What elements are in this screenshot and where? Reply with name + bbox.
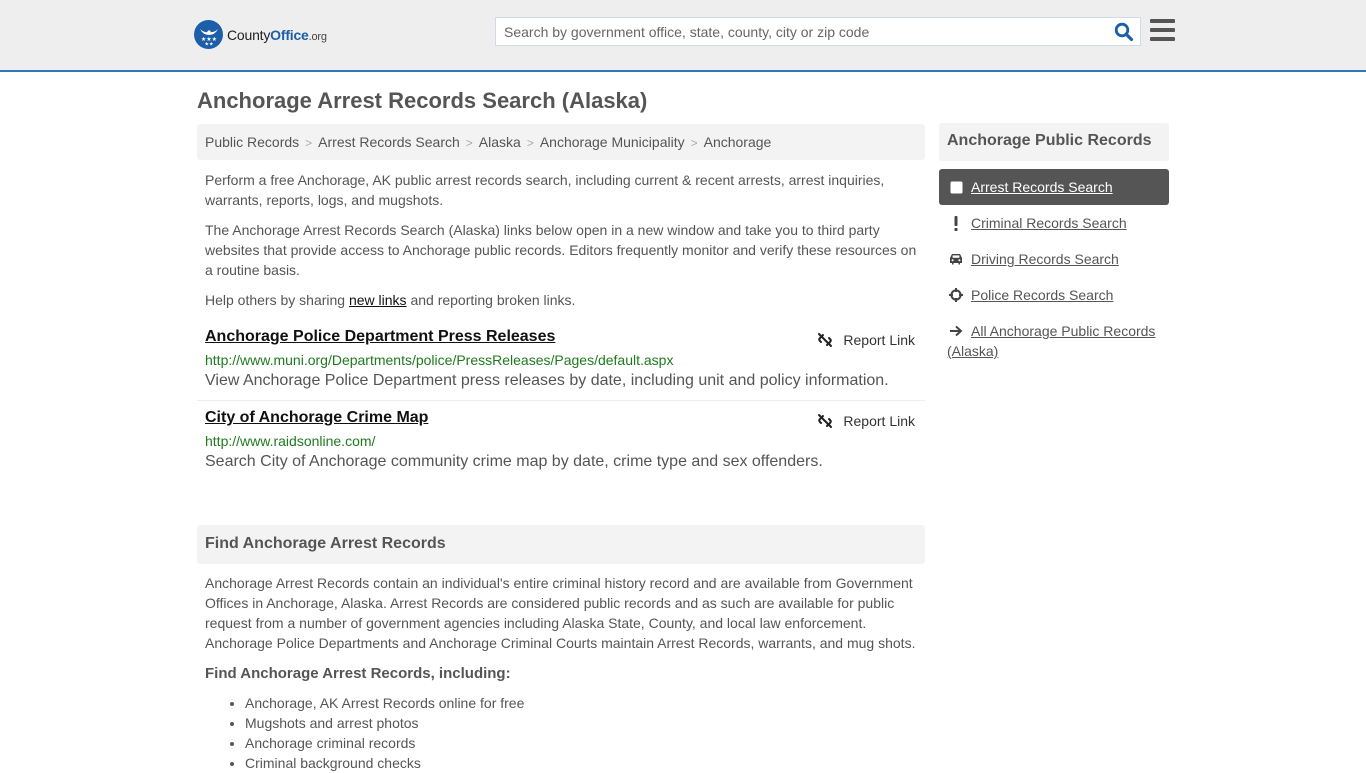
intro-paragraph: The Anchorage Arrest Records Search (Ala… (205, 222, 917, 278)
result-url[interactable]: http://www.raidsonline.com/ (205, 433, 917, 449)
breadcrumb: Public Records > Arrest Records Search > Ala… (197, 124, 925, 160)
find-section-paragraph: Anchorage Arrest Records contain an indi… (205, 575, 916, 651)
square-icon (949, 180, 963, 194)
sidebar-item-driving-records[interactable]: Driving Records Search (939, 241, 1169, 277)
sidebar-item-label: Police Records Search (971, 287, 1114, 303)
logo-text: CountyOffice.org (227, 26, 327, 43)
page-title: Anchorage Arrest Records Search (Alaska) (197, 88, 648, 113)
sidebar-item-all-public-records[interactable]: All Anchorage Public Records (Alaska) (939, 313, 1169, 369)
eagle-stars-icon: ★★★ ★★ (194, 20, 223, 49)
report-link-label: Report Link (843, 413, 915, 429)
share-text: and reporting broken links. (406, 292, 576, 308)
car-icon (949, 252, 963, 266)
broken-link-icon (818, 414, 833, 428)
result-item: Anchorage Police Department Press Releas… (197, 320, 925, 400)
breadcrumb-separator: > (526, 136, 534, 150)
breadcrumb-separator: > (465, 136, 473, 150)
report-link-button[interactable]: Report Link (817, 413, 915, 429)
intro-paragraph: Perform a free Anchorage, AK public arre… (205, 172, 885, 208)
find-section-subheading: Find Anchorage Arrest Records, including… (205, 665, 511, 682)
breadcrumb-arrest-records-search[interactable]: Arrest Records Search (318, 134, 460, 150)
search-button[interactable] (1114, 22, 1134, 42)
breadcrumb-anchorage-municipality[interactable]: Anchorage Municipality (540, 134, 685, 150)
report-link-button[interactable]: Report Link (817, 332, 915, 348)
list-item: Mugshots and arrest photos (245, 713, 917, 733)
result-description: View Anchorage Police Department press r… (205, 372, 889, 389)
sidebar-item-label: All Anchorage Public Records (Alaska) (947, 323, 1156, 359)
result-url[interactable]: http://www.muni.org/Departments/police/P… (205, 352, 917, 368)
find-section-list: Anchorage, AK Arrest Records online for … (205, 693, 917, 773)
hamburger-icon-bar (1150, 19, 1175, 23)
find-section-heading: Find Anchorage Arrest Records (197, 525, 925, 564)
sidebar: Anchorage Public Records Arrest Records … (939, 123, 1169, 369)
result-item: City of Anchorage Crime Map Report Link … (197, 400, 925, 481)
breadcrumb-anchorage[interactable]: Anchorage (704, 134, 772, 150)
sidebar-item-arrest-records[interactable]: Arrest Records Search (939, 169, 1169, 205)
hamburger-icon-bar (1150, 28, 1175, 32)
sidebar-list: Arrest Records Search Criminal Records S… (939, 169, 1169, 369)
search-icon (1114, 22, 1134, 42)
search-box (495, 17, 1141, 46)
arrow-right-icon (949, 324, 963, 338)
intro: Perform a free Anchorage, AK public arre… (197, 170, 925, 310)
breadcrumb-separator: > (305, 136, 313, 150)
crosshairs-icon (949, 288, 963, 302)
sidebar-item-label: Arrest Records Search (971, 179, 1113, 195)
list-item: Anchorage criminal records (245, 733, 917, 753)
sidebar-item-label: Criminal Records Search (971, 215, 1127, 231)
sidebar-item-label: Driving Records Search (971, 251, 1119, 267)
result-title-link[interactable]: Anchorage Police Department Press Releas… (205, 328, 555, 345)
site-header: ★★★ ★★ CountyOffice.org (0, 0, 1366, 72)
find-section: Anchorage Arrest Records contain an indi… (197, 564, 925, 773)
list-item: Anchorage, AK Arrest Records online for … (245, 693, 917, 713)
hamburger-icon-bar (1150, 37, 1175, 41)
svg-text:★★: ★★ (204, 41, 213, 46)
breadcrumb-alaska[interactable]: Alaska (479, 134, 521, 150)
sidebar-item-criminal-records[interactable]: Criminal Records Search (939, 205, 1169, 241)
broken-link-icon (818, 333, 833, 347)
breadcrumb-public-records[interactable]: Public Records (205, 134, 299, 150)
search-input[interactable] (496, 18, 1106, 45)
result-description: Search City of Anchorage community crime… (205, 453, 823, 470)
breadcrumb-separator: > (690, 136, 698, 150)
new-links-link[interactable]: new links (349, 292, 407, 308)
main-content: Perform a free Anchorage, AK public arre… (197, 170, 925, 773)
list-item: Criminal background checks (245, 753, 917, 773)
sidebar-heading: Anchorage Public Records (939, 123, 1169, 161)
result-title-link[interactable]: City of Anchorage Crime Map (205, 409, 428, 426)
sidebar-item-police-records[interactable]: Police Records Search (939, 277, 1169, 313)
report-link-label: Report Link (843, 332, 915, 348)
share-text: Help others by sharing (205, 292, 349, 308)
hamburger-menu-button[interactable] (1150, 19, 1175, 41)
exclamation-icon (949, 215, 963, 231)
share-links-paragraph: Help others by sharing new links and rep… (197, 290, 925, 310)
site-logo[interactable]: ★★★ ★★ CountyOffice.org (194, 20, 327, 49)
